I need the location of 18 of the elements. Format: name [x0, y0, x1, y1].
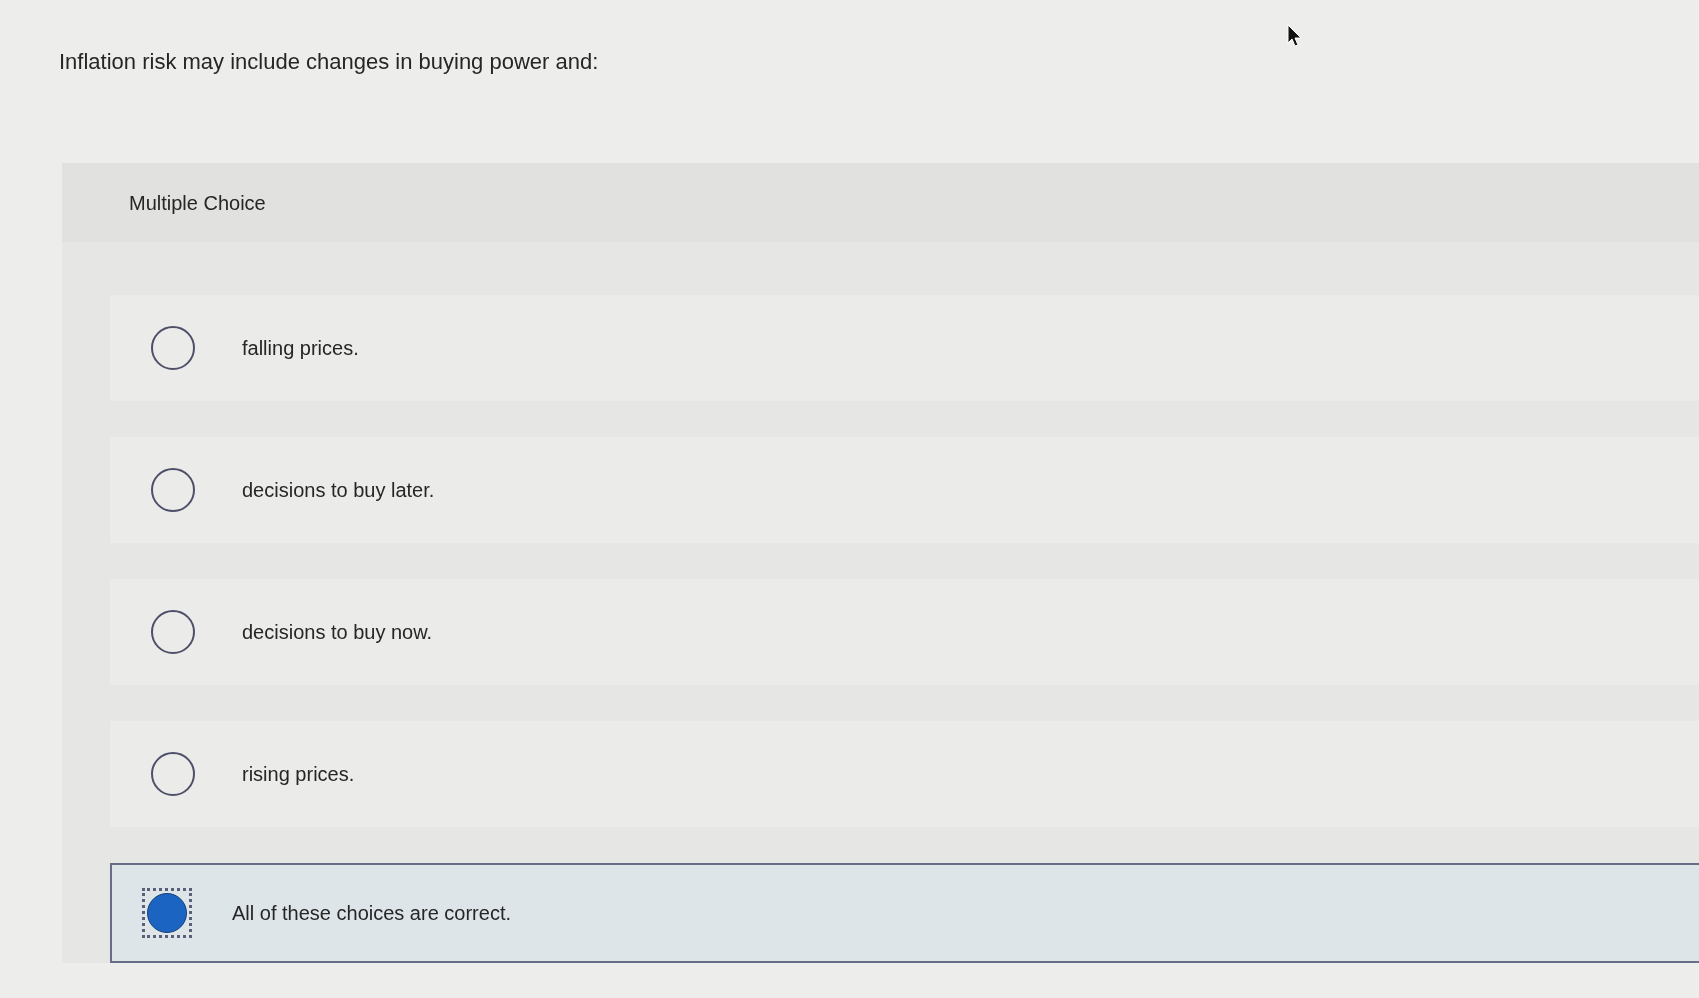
radio-button[interactable]	[151, 752, 195, 796]
radio-button[interactable]	[151, 468, 195, 512]
radio-button[interactable]	[142, 888, 192, 938]
choice-row[interactable]: falling prices.	[110, 295, 1699, 401]
choice-row[interactable]: decisions to buy later.	[110, 437, 1699, 543]
choice-label: rising prices.	[242, 762, 355, 787]
radio-button[interactable]	[151, 326, 195, 370]
choice-label: falling prices.	[242, 336, 359, 361]
radio-button[interactable]	[151, 610, 195, 654]
choice-label: decisions to buy later.	[242, 478, 435, 503]
question-text: Inflation risk may include changes in buying power and:	[59, 48, 599, 76]
question-type-label: Multiple Choice	[129, 190, 266, 216]
choice-row[interactable]: rising prices.	[110, 721, 1699, 827]
choice-row[interactable]: decisions to buy now.	[110, 579, 1699, 685]
mouse-cursor-icon	[1287, 24, 1302, 48]
choice-label: decisions to buy now.	[242, 620, 433, 645]
choice-label: All of these choices are correct.	[232, 901, 511, 926]
selected-choice-row[interactable]: All of these choices are correct.	[110, 863, 1699, 963]
